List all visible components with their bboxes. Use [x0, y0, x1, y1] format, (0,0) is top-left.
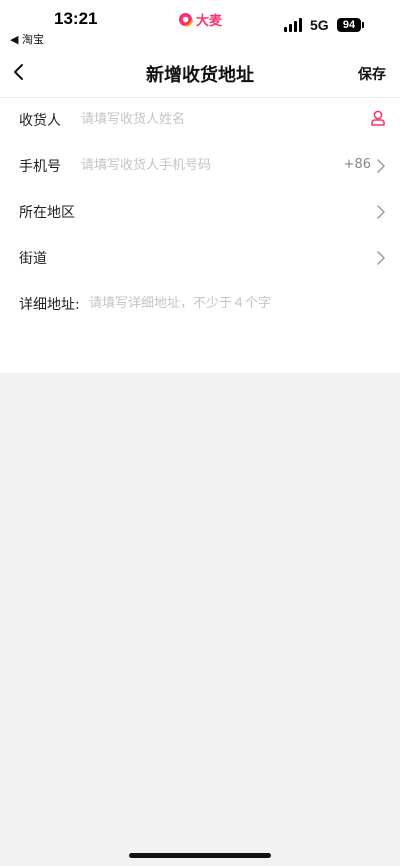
battery-icon: 94 [337, 18, 361, 32]
phone-input[interactable] [81, 152, 311, 178]
page-title: 新增收货地址 [146, 65, 254, 86]
status-bar: 13:21 ◀ 淘宝 大麦 5G 94 [0, 0, 400, 48]
back-to-app-link[interactable]: ◀ 淘宝 [10, 31, 44, 47]
person-icon[interactable] [371, 110, 385, 126]
status-time: 13:21 [54, 9, 98, 28]
detail-address-row: 详细地址: [0, 282, 400, 372]
region-row[interactable]: 所在地区 [0, 190, 400, 236]
detail-address-input[interactable] [89, 290, 379, 316]
app-name: 大麦 [196, 13, 223, 29]
navigation-bar: 新增收货地址 保存 [0, 48, 400, 98]
street-row[interactable]: 街道 [0, 236, 400, 282]
battery-tip [362, 22, 364, 28]
network-type: 5G [310, 17, 329, 33]
chevron-right-icon[interactable] [376, 204, 386, 220]
country-code-selector[interactable]: +86 [344, 157, 371, 172]
signal-icon [284, 18, 304, 32]
detail-address-label: 详细地址: [19, 297, 80, 313]
region-label: 所在地区 [19, 205, 75, 221]
address-form: 收货人 手机号 +86 所在地区 街道 详细地址: [0, 98, 400, 373]
street-label: 街道 [19, 251, 47, 267]
recipient-row: 收货人 [0, 98, 400, 144]
recipient-name-input[interactable] [81, 106, 341, 132]
chevron-left-icon[interactable] [10, 62, 30, 82]
phone-label: 手机号 [19, 159, 61, 175]
save-button[interactable]: 保存 [358, 64, 386, 84]
app-logo-icon [178, 11, 193, 27]
phone-row: 手机号 +86 [0, 144, 400, 190]
chevron-right-icon[interactable] [376, 158, 386, 174]
recipient-label: 收货人 [19, 113, 61, 129]
app-logo: 大麦 [178, 10, 223, 29]
home-indicator [129, 853, 271, 858]
chevron-right-icon[interactable] [376, 250, 386, 266]
